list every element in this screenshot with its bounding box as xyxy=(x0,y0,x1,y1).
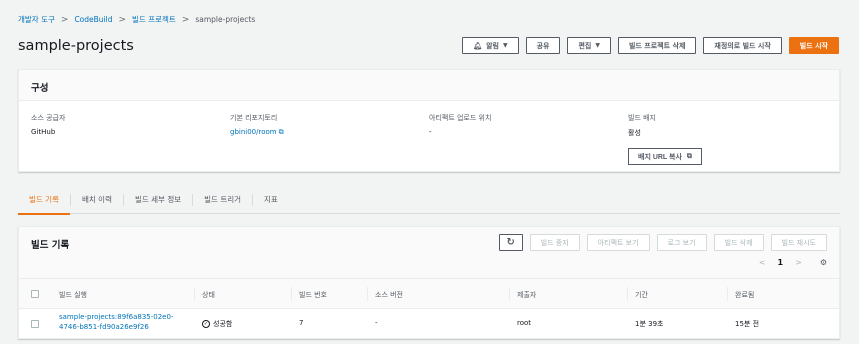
notify-button[interactable]: 🔔︎ 알림 ▼ xyxy=(462,37,519,54)
copy-badge-url-button[interactable]: 배지 URL 복사 ⧉ xyxy=(628,148,702,165)
caret-down-icon: ▼ xyxy=(502,42,508,49)
source-provider-value: GitHub xyxy=(31,128,56,136)
tab-batch-history[interactable]: 배치 이력 xyxy=(71,186,123,214)
configuration-columns: 소스 공급자 GitHub 기본 리포지토리 gbini00/room ⧉ 아티팩… xyxy=(19,101,839,165)
breadcrumb: 개발자 도구 > CodeBuild > 빌드 프로젝트 > sample-pr… xyxy=(18,14,255,25)
breadcrumb-separator: > xyxy=(181,14,190,25)
column-completed[interactable]: 완료됨 xyxy=(735,290,754,300)
column-divider xyxy=(727,287,728,301)
row-checkbox[interactable] xyxy=(31,320,39,328)
breadcrumb-separator: > xyxy=(60,14,69,25)
primary-repo-label: 기본 리포지토리 xyxy=(230,114,278,122)
column-divider xyxy=(367,287,368,301)
edit-label: 편집 xyxy=(578,41,592,50)
copy-icon: ⧉ xyxy=(686,152,692,160)
start-build-with-overrides-button[interactable]: 재정의로 빌드 시작 xyxy=(703,37,782,54)
next-page-icon[interactable]: > xyxy=(795,258,802,267)
build-status: ✓ 성공함 xyxy=(202,319,232,329)
column-divider xyxy=(627,287,628,301)
settings-gear-icon[interactable]: ⚙ xyxy=(820,258,827,267)
table-row: sample-projects:89f6a835-02e0-4746-b851-… xyxy=(19,309,839,339)
primary-repo-field: 기본 리포지토리 gbini00/room ⧉ xyxy=(230,113,429,165)
artifact-upload-field: 아티팩트 업로드 위치 - xyxy=(429,113,628,165)
completed: 15분 전 xyxy=(735,320,760,328)
header-actions: 🔔︎ 알림 ▼ 공유 편집 ▼ 빌드 프로젝트 삭제 재정의로 빌드 시작 빌드… xyxy=(462,37,839,54)
source-version: - xyxy=(375,319,378,327)
caret-down-icon: ▼ xyxy=(595,42,600,49)
external-link-icon: ⧉ xyxy=(278,128,284,136)
build-badge-label: 빌드 배지 xyxy=(628,114,656,122)
copy-badge-url-label: 배지 URL 복사 xyxy=(638,153,682,161)
prev-page-icon[interactable]: < xyxy=(759,258,766,267)
configuration-panel: 구성 소스 공급자 GitHub 기본 리포지토리 gbini00/room ⧉ … xyxy=(18,69,840,172)
page-title: sample-projects xyxy=(18,38,134,54)
source-provider-label: 소스 공급자 xyxy=(31,114,66,122)
column-status[interactable]: 상태 xyxy=(202,290,215,300)
duration: 1분 39초 xyxy=(635,320,664,328)
share-button[interactable]: 공유 xyxy=(525,37,561,54)
notify-label: 알림 xyxy=(486,41,499,50)
build-history-title: 빌드 기록 xyxy=(31,240,70,251)
build-run-link[interactable]: sample-projects:89f6a835-02e0-4746-b851-… xyxy=(59,312,189,332)
source-provider-field: 소스 공급자 GitHub xyxy=(31,113,230,165)
pagination: < 1 > ⚙ xyxy=(759,258,827,267)
build-history-actions: ↻ 빌드 중지 아티팩트 보기 로그 보기 빌드 삭제 빌드 재시도 xyxy=(498,234,827,251)
tab-build-history[interactable]: 빌드 기록 xyxy=(18,186,70,215)
column-submitter[interactable]: 제출자 xyxy=(517,290,536,300)
delete-project-button[interactable]: 빌드 프로젝트 삭제 xyxy=(617,37,697,54)
delete-build-button[interactable]: 빌드 삭제 xyxy=(713,234,764,251)
tab-build-triggers[interactable]: 빌드 트리거 xyxy=(193,186,252,214)
retry-build-button[interactable]: 빌드 재시도 xyxy=(770,234,827,251)
artifact-upload-label: 아티팩트 업로드 위치 xyxy=(429,114,492,122)
refresh-icon: ↻ xyxy=(506,237,515,248)
tab-build-details[interactable]: 빌드 세부 정보 xyxy=(124,186,192,214)
column-build-run[interactable]: 빌드 실행 xyxy=(59,290,87,300)
column-divider xyxy=(509,287,510,301)
breadcrumb-separator: > xyxy=(118,14,127,25)
column-duration[interactable]: 기간 xyxy=(635,290,648,300)
column-source-version[interactable]: 소스 버전 xyxy=(375,290,403,300)
build-history-panel: 빌드 기록 ↻ 빌드 중지 아티팩트 보기 로그 보기 빌드 삭제 빌드 재시도… xyxy=(18,226,840,339)
submitter: root xyxy=(517,319,532,327)
column-divider xyxy=(291,287,292,301)
artifact-upload-value: - xyxy=(429,128,432,136)
view-artifacts-button[interactable]: 아티팩트 보기 xyxy=(586,234,650,251)
edit-button[interactable]: 편집 ▼ xyxy=(567,37,611,54)
build-badge-field: 빌드 배지 활성 배지 URL 복사 ⧉ xyxy=(628,113,827,165)
build-status-text: 성공함 xyxy=(213,320,233,328)
build-history-header: 빌드 기록 ↻ 빌드 중지 아티팩트 보기 로그 보기 빌드 삭제 빌드 재시도… xyxy=(19,227,839,279)
current-page[interactable]: 1 xyxy=(778,258,784,267)
configuration-title: 구성 xyxy=(31,83,49,94)
primary-repo-link[interactable]: gbini00/room xyxy=(230,128,277,136)
refresh-button[interactable]: ↻ xyxy=(498,234,523,251)
tab-bar: 빌드 기록 배치 이력 빌드 세부 정보 빌드 트리거 지표 xyxy=(18,186,840,215)
tab-metrics[interactable]: 지표 xyxy=(253,186,289,214)
breadcrumb-current: sample-projects xyxy=(195,15,256,24)
select-all-checkbox[interactable] xyxy=(31,290,39,298)
build-badge-value: 활성 xyxy=(628,129,641,137)
success-check-icon: ✓ xyxy=(202,320,210,328)
stop-build-button[interactable]: 빌드 중지 xyxy=(529,234,580,251)
breadcrumb-codebuild[interactable]: CodeBuild xyxy=(74,15,112,24)
table-header: 빌드 실행 상태 빌드 번호 소스 버전 제출자 기간 완료됨 xyxy=(19,279,839,309)
view-logs-button[interactable]: 로그 보기 xyxy=(656,234,707,251)
start-build-button[interactable]: 빌드 시작 xyxy=(788,37,839,54)
bell-icon: 🔔︎ xyxy=(473,41,483,50)
configuration-header: 구성 xyxy=(19,70,839,101)
column-build-number[interactable]: 빌드 번호 xyxy=(299,290,327,300)
build-number: 7 xyxy=(299,319,304,327)
breadcrumb-dev-tools[interactable]: 개발자 도구 xyxy=(18,14,55,25)
column-divider xyxy=(194,287,195,301)
breadcrumb-build-projects[interactable]: 빌드 프로젝트 xyxy=(132,14,176,25)
